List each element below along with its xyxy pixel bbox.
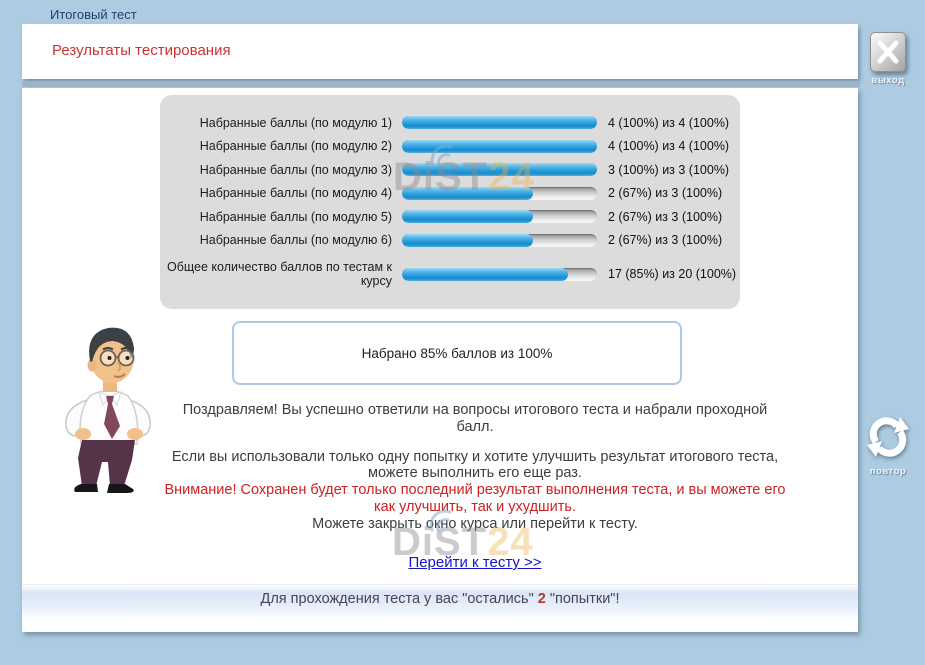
score-summary-box: Набрано 85% баллов из 100%	[232, 321, 682, 385]
refresh-icon	[866, 416, 910, 458]
progress-bar-track	[402, 140, 597, 153]
result-row: Общее количество баллов по тестам к курс…	[160, 252, 740, 296]
result-label: Общее количество баллов по тестам к курс…	[160, 260, 398, 289]
result-label: Набранные баллы (по модулю 6)	[160, 233, 398, 247]
attempts-text-prefix: Для прохождения теста у вас "остались"	[261, 591, 538, 607]
result-row: Набранные баллы (по модулю 1) 4 (100%) из…	[160, 111, 740, 135]
repeat-button-label: повтор	[860, 466, 916, 477]
result-label: Набранные баллы (по модулю 1)	[160, 116, 398, 130]
score-summary-text: Набрано 85% баллов из 100%	[362, 346, 553, 361]
character-shoe-right	[107, 484, 134, 493]
progress-bar-track	[402, 116, 597, 129]
result-label: Набранные баллы (по модулю 4)	[160, 186, 398, 200]
header-divider	[22, 81, 860, 87]
result-row: Набранные баллы (по модулю 5) 2 (67%) из …	[160, 205, 740, 229]
progress-bar-track	[402, 234, 597, 247]
progress-bar-track	[402, 268, 597, 281]
result-value: 3 (100%) из 3 (100%)	[597, 163, 729, 177]
retry-info-text: Если вы использовали только одну попытку…	[164, 449, 786, 483]
progress-bar-fill	[402, 187, 533, 200]
main-panel: Набранные баллы (по модулю 1) 4 (100%) из…	[22, 88, 858, 632]
result-value: 2 (67%) из 3 (100%)	[597, 210, 722, 224]
close-info-text: Можете закрыть окно курса или перейти к …	[164, 516, 786, 533]
character-eye-left	[108, 356, 112, 360]
character-hand-left	[75, 428, 91, 440]
result-value: 2 (67%) из 3 (100%)	[597, 233, 722, 247]
progress-bar-track	[402, 163, 597, 176]
go-to-test-link[interactable]: Перейти к тесту >>	[408, 554, 541, 571]
progress-bar-fill	[402, 116, 597, 129]
result-row: Набранные баллы (по модулю 3) 3 (100%) из…	[160, 158, 740, 182]
character-pants	[78, 440, 135, 486]
progress-bar-fill	[402, 234, 533, 247]
result-label: Набранные баллы (по модулю 2)	[160, 139, 398, 153]
result-row: Набранные баллы (по модулю 2) 4 (100%) из…	[160, 135, 740, 159]
result-label: Набранные баллы (по модулю 5)	[160, 210, 398, 224]
result-message: Поздравляем! Вы успешно ответили на вопр…	[164, 402, 786, 533]
exit-button[interactable]: выход	[866, 32, 910, 86]
results-panel: Набранные баллы (по модулю 1) 4 (100%) из…	[160, 95, 740, 309]
progress-bar-fill	[402, 163, 597, 176]
link-row: Перейти к тесту >>	[164, 554, 786, 572]
progress-bar-track	[402, 210, 597, 223]
result-row: Набранные баллы (по модулю 6) 2 (67%) из …	[160, 229, 740, 253]
page-title: Результаты тестирования	[52, 42, 231, 59]
congrats-text: Поздравляем! Вы успешно ответили на вопр…	[164, 402, 786, 436]
attempts-bar: Для прохождения теста у вас "остались" 2…	[22, 584, 858, 621]
results-header: Результаты тестирования	[22, 24, 858, 79]
results-rows: Набранные баллы (по модулю 1) 4 (100%) из…	[160, 111, 740, 296]
result-value: 4 (100%) из 4 (100%)	[597, 116, 729, 130]
window-title: Итоговый тест	[50, 7, 137, 22]
warning-text: Внимание! Сохранен будет только последни…	[164, 482, 786, 516]
attempts-text-suffix: "попытки"!	[546, 591, 620, 607]
result-row: Набранные баллы (по модулю 4) 2 (67%) из …	[160, 182, 740, 206]
teacher-character	[42, 320, 177, 500]
attempts-count: 2	[538, 591, 546, 607]
character-hand-right	[127, 428, 143, 440]
progress-bar-fill	[402, 268, 568, 281]
progress-bar-fill	[402, 210, 533, 223]
character-shoe-left	[74, 484, 98, 492]
result-label: Набранные баллы (по модулю 3)	[160, 163, 398, 177]
close-icon	[870, 32, 906, 72]
result-value: 4 (100%) из 4 (100%)	[597, 139, 729, 153]
character-eye-right	[126, 356, 130, 360]
exit-button-label: выход	[866, 75, 910, 86]
progress-bar-fill	[402, 140, 597, 153]
progress-bar-track	[402, 187, 597, 200]
repeat-button[interactable]: повтор	[860, 416, 916, 477]
result-value: 2 (67%) из 3 (100%)	[597, 186, 722, 200]
result-value: 17 (85%) из 20 (100%)	[597, 267, 736, 281]
